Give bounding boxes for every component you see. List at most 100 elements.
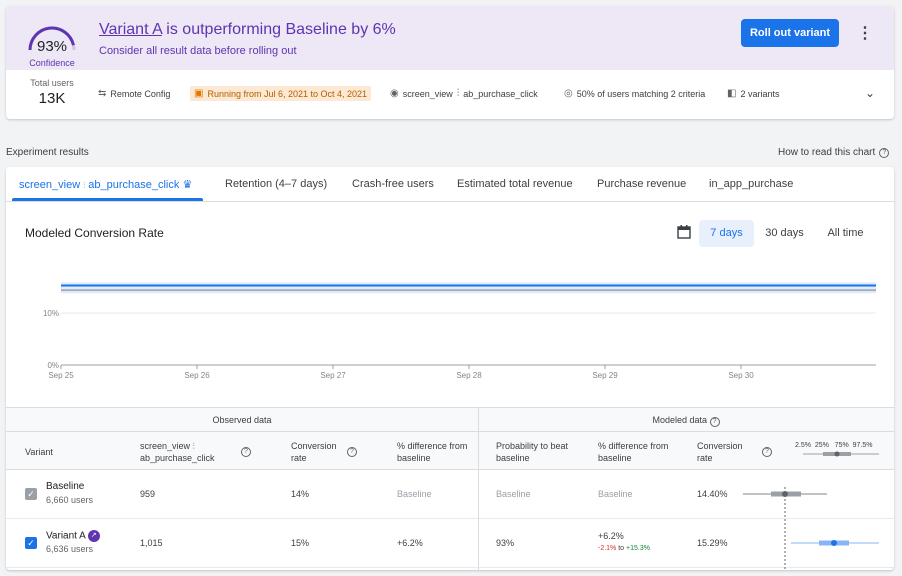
y-tick-label: 0% bbox=[47, 361, 59, 370]
observed-data-header: Observed data bbox=[6, 407, 478, 432]
how-to-read-label: How to read this chart bbox=[778, 147, 876, 158]
rollout-variant-button[interactable]: Roll out variant bbox=[741, 19, 839, 47]
confidence-percent: 93% bbox=[36, 38, 68, 55]
events-count: 1,015 bbox=[140, 538, 163, 548]
running-label: Running from Jul 6, 2021 to Oct 4, 2021 bbox=[207, 88, 368, 99]
range-7-days[interactable]: 7 days bbox=[699, 220, 754, 247]
headline-text: is outperforming Baseline by 6% bbox=[161, 21, 396, 38]
range-to: to bbox=[616, 545, 627, 552]
funnel-icon: ⫶ bbox=[192, 441, 195, 451]
baseline-reference-line bbox=[784, 487, 786, 570]
trending-up-icon: ↗ bbox=[87, 530, 100, 542]
calendar-icon[interactable] bbox=[677, 225, 691, 239]
goal-metric: ◉ screen_view ⫶ ab_purchase_click bbox=[390, 88, 538, 99]
total-users: Total users 13K bbox=[24, 78, 80, 107]
help-icon[interactable]: ? bbox=[241, 447, 251, 457]
col-pct-difference: % difference from baseline bbox=[397, 441, 468, 463]
range-high: +15.3% bbox=[626, 545, 650, 552]
remote-config: ⇆ Remote Config bbox=[98, 88, 170, 99]
help-icon[interactable]: ? bbox=[709, 417, 720, 427]
more-vert-icon[interactable]: ⋮ bbox=[857, 24, 873, 44]
chart-title: Modeled Conversion Rate bbox=[25, 226, 164, 240]
tab-retention[interactable]: Retention (4–7 days) bbox=[225, 178, 327, 190]
pct-difference: Baseline bbox=[397, 489, 432, 499]
subline: Consider all result data before rolling … bbox=[99, 45, 297, 57]
funnel-icon: ⫶ bbox=[83, 181, 86, 190]
help-icon[interactable]: ? bbox=[762, 447, 772, 457]
metric-tabs: screen_view ⫶ ab_purchase_click ♛ Retent… bbox=[6, 167, 894, 202]
help-icon[interactable]: ? bbox=[347, 447, 357, 457]
variant-users: 6,636 users bbox=[46, 544, 94, 554]
experiment-results-title: Experiment results bbox=[6, 147, 89, 158]
col-modeled-pct-difference: % difference from baseline bbox=[598, 441, 669, 463]
variant-name: Baseline bbox=[46, 481, 85, 492]
modeled-conversion-rate: 14.40% bbox=[697, 489, 728, 499]
goal-event-1: screen_view bbox=[402, 88, 453, 99]
variant-name: Variant A ↗ bbox=[46, 530, 100, 542]
probability: Baseline bbox=[496, 489, 531, 499]
how-to-read-link[interactable]: How to read this chart ? bbox=[778, 147, 890, 158]
modeled-pct-difference: Baseline bbox=[598, 489, 633, 499]
modeled-pct-difference: +6.2% bbox=[598, 531, 624, 541]
col-modeled-conversion-rate: Conversion rate bbox=[697, 441, 743, 463]
x-tick-label: Sep 27 bbox=[320, 371, 346, 380]
confidence-label: Confidence bbox=[29, 58, 75, 68]
conversion-rate: 15% bbox=[291, 538, 310, 548]
column-headers: Variant screen_view ⫶ ab_purchase_click … bbox=[6, 432, 894, 470]
events-count: 959 bbox=[140, 489, 156, 499]
tab-event-2: ab_purchase_click bbox=[88, 179, 180, 191]
tab-event-1: screen_view bbox=[19, 179, 81, 191]
tab-estimated-revenue[interactable]: Estimated total revenue bbox=[457, 178, 573, 190]
calendar-icon: ▣ bbox=[194, 88, 204, 99]
tab-crash-free[interactable]: Crash-free users bbox=[352, 178, 434, 190]
table-row-baseline: ✓ Baseline 6,660 users 959 14% Baseline … bbox=[6, 470, 894, 519]
range-all-time[interactable]: All time bbox=[819, 220, 872, 247]
active-tab-indicator bbox=[12, 198, 203, 201]
funnel-icon: ⫶ bbox=[456, 88, 460, 99]
experiment-summary: Total users 13K ⇆ Remote Config ▣ Runnin… bbox=[6, 70, 894, 119]
remote-config-label: Remote Config bbox=[110, 88, 171, 99]
range-30-days[interactable]: 30 days bbox=[758, 220, 811, 247]
baseline-interval-plot bbox=[743, 491, 827, 497]
col-event-1: screen_view bbox=[140, 441, 191, 451]
headline-variant-link[interactable]: Variant A bbox=[99, 21, 162, 38]
total-users-value: 13K bbox=[38, 90, 66, 107]
trophy-icon: ♛ bbox=[182, 179, 193, 191]
col-conversion-rate: Conversion rate bbox=[291, 441, 337, 463]
results-card: screen_view ⫶ ab_purchase_click ♛ Retent… bbox=[6, 167, 894, 570]
pct-difference: +6.2% bbox=[397, 538, 423, 548]
group-divider bbox=[478, 407, 479, 570]
x-tick-label: Sep 25 bbox=[48, 371, 74, 380]
headline: Variant A is outperforming Baseline by 6… bbox=[99, 21, 396, 39]
baseline-checkbox[interactable]: ✓ bbox=[25, 488, 37, 500]
variant-users: 6,660 users bbox=[46, 495, 94, 505]
confidence-gauge: 93% Confidence bbox=[22, 18, 82, 70]
targeting: ◎ 50% of users matching 2 criteria bbox=[564, 88, 705, 99]
modeled-data-label: Modeled data bbox=[652, 415, 708, 425]
col-variant: Variant bbox=[25, 447, 53, 457]
tab-purchase-revenue[interactable]: Purchase revenue bbox=[597, 178, 686, 190]
variant-a-checkbox[interactable]: ✓ bbox=[25, 537, 37, 549]
chevron-down-icon[interactable]: ⌄ bbox=[865, 86, 875, 100]
col-probability: Probability to beat baseline bbox=[496, 441, 569, 463]
running-badge: ▣ Running from Jul 6, 2021 to Oct 4, 202… bbox=[190, 86, 372, 101]
total-users-label: Total users bbox=[30, 78, 74, 88]
tab-in-app-purchase[interactable]: in_app_purchase bbox=[709, 178, 793, 190]
range-low: -2.1% bbox=[598, 545, 617, 552]
targeting-icon: ◎ bbox=[564, 88, 573, 99]
remote-config-icon: ⇆ bbox=[98, 88, 107, 99]
variant-a-interval-plot bbox=[791, 540, 879, 546]
result-banner: 93% Confidence Variant A is outperformin… bbox=[6, 6, 894, 119]
conversion-rate: 14% bbox=[291, 489, 310, 499]
modeled-data-header: Modeled data ? bbox=[478, 407, 894, 432]
probability: 93% bbox=[496, 538, 515, 548]
tab-screen-view-purchase[interactable]: screen_view ⫶ ab_purchase_click ♛ bbox=[19, 178, 192, 191]
col-event-2: ab_purchase_click bbox=[140, 453, 215, 463]
x-tick-label: Sep 28 bbox=[456, 371, 482, 380]
targeting-label: 50% of users matching 2 criteria bbox=[576, 88, 706, 99]
goal-event-2: ab_purchase_click bbox=[463, 88, 538, 99]
variant-name-label: Variant A bbox=[46, 530, 86, 542]
conversion-rate-chart: 0% 10% Sep 25 Sep 26 Sep 27 Sep 28 Sep 29 Sep 3… bbox=[43, 282, 876, 380]
results-table: Observed data Modeled data ? Variant scr… bbox=[6, 407, 894, 570]
col-events: screen_view ⫶ ab_purchase_click bbox=[140, 440, 215, 464]
